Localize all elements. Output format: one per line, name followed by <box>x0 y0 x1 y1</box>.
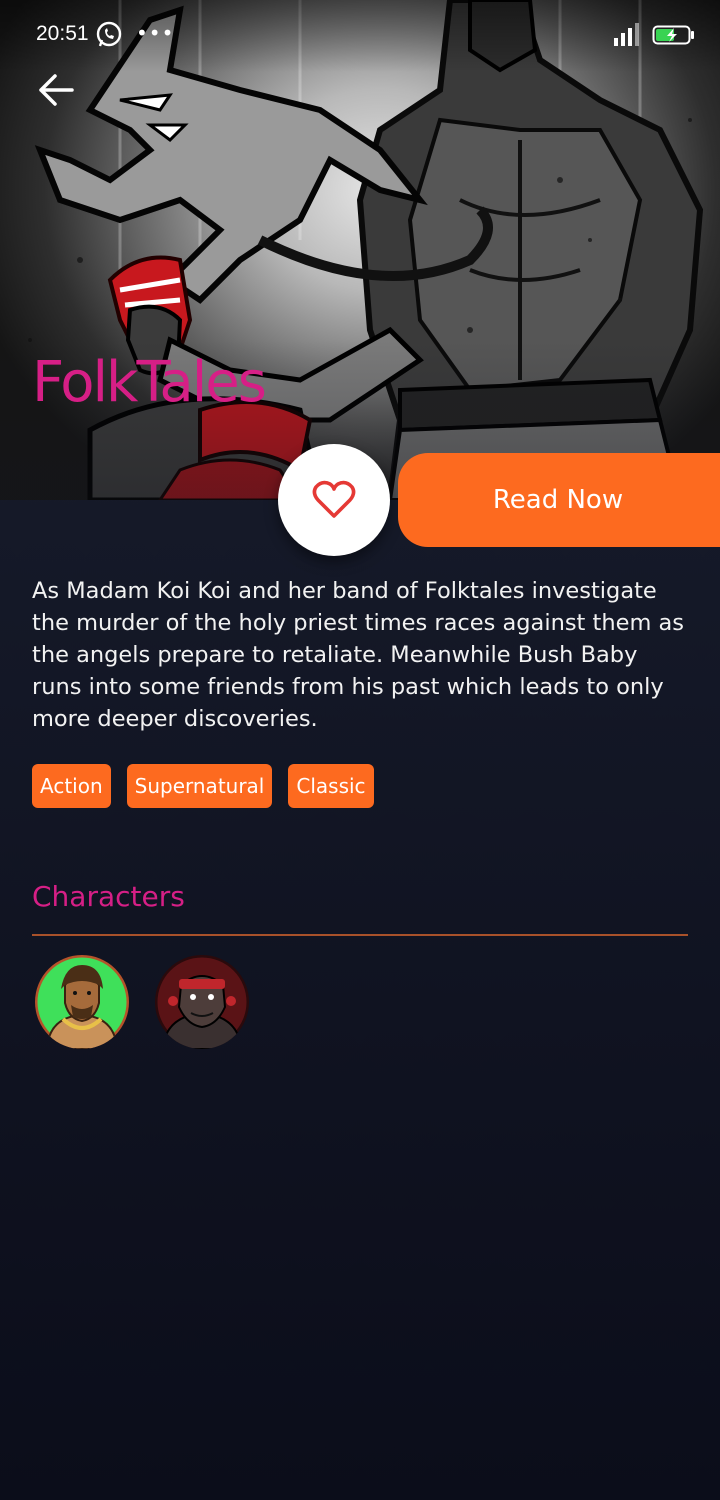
cover-artwork <box>0 0 720 500</box>
whatsapp-icon <box>96 21 122 47</box>
status-bar: 20:51 ••• <box>0 0 720 72</box>
read-now-button[interactable]: Read Now <box>398 453 720 547</box>
battery-charging-icon <box>652 25 694 45</box>
character-portrait-green <box>35 955 129 1049</box>
genre-tag-classic[interactable]: Classic <box>288 764 374 808</box>
status-time: 20:51 <box>36 22 89 45</box>
characters-heading: Characters <box>32 880 185 913</box>
genre-tag-action[interactable]: Action <box>32 764 111 808</box>
characters-divider <box>32 934 688 936</box>
heart-outline-icon <box>312 480 356 518</box>
character-avatar-red[interactable] <box>155 955 249 1049</box>
more-dots-icon: ••• <box>136 21 175 45</box>
character-avatar-green[interactable] <box>35 955 129 1049</box>
comic-title: FolkTales <box>32 350 267 415</box>
genre-tags: Action Supernatural Classic <box>32 764 374 808</box>
signal-icon <box>614 23 639 46</box>
back-button[interactable] <box>34 68 78 112</box>
character-portrait-red <box>155 955 249 1049</box>
arrow-left-icon <box>39 74 74 106</box>
genre-tag-supernatural[interactable]: Supernatural <box>126 764 273 808</box>
favorite-button[interactable] <box>278 444 390 556</box>
comic-description: As Madam Koi Koi and her band of Folktal… <box>32 578 685 732</box>
